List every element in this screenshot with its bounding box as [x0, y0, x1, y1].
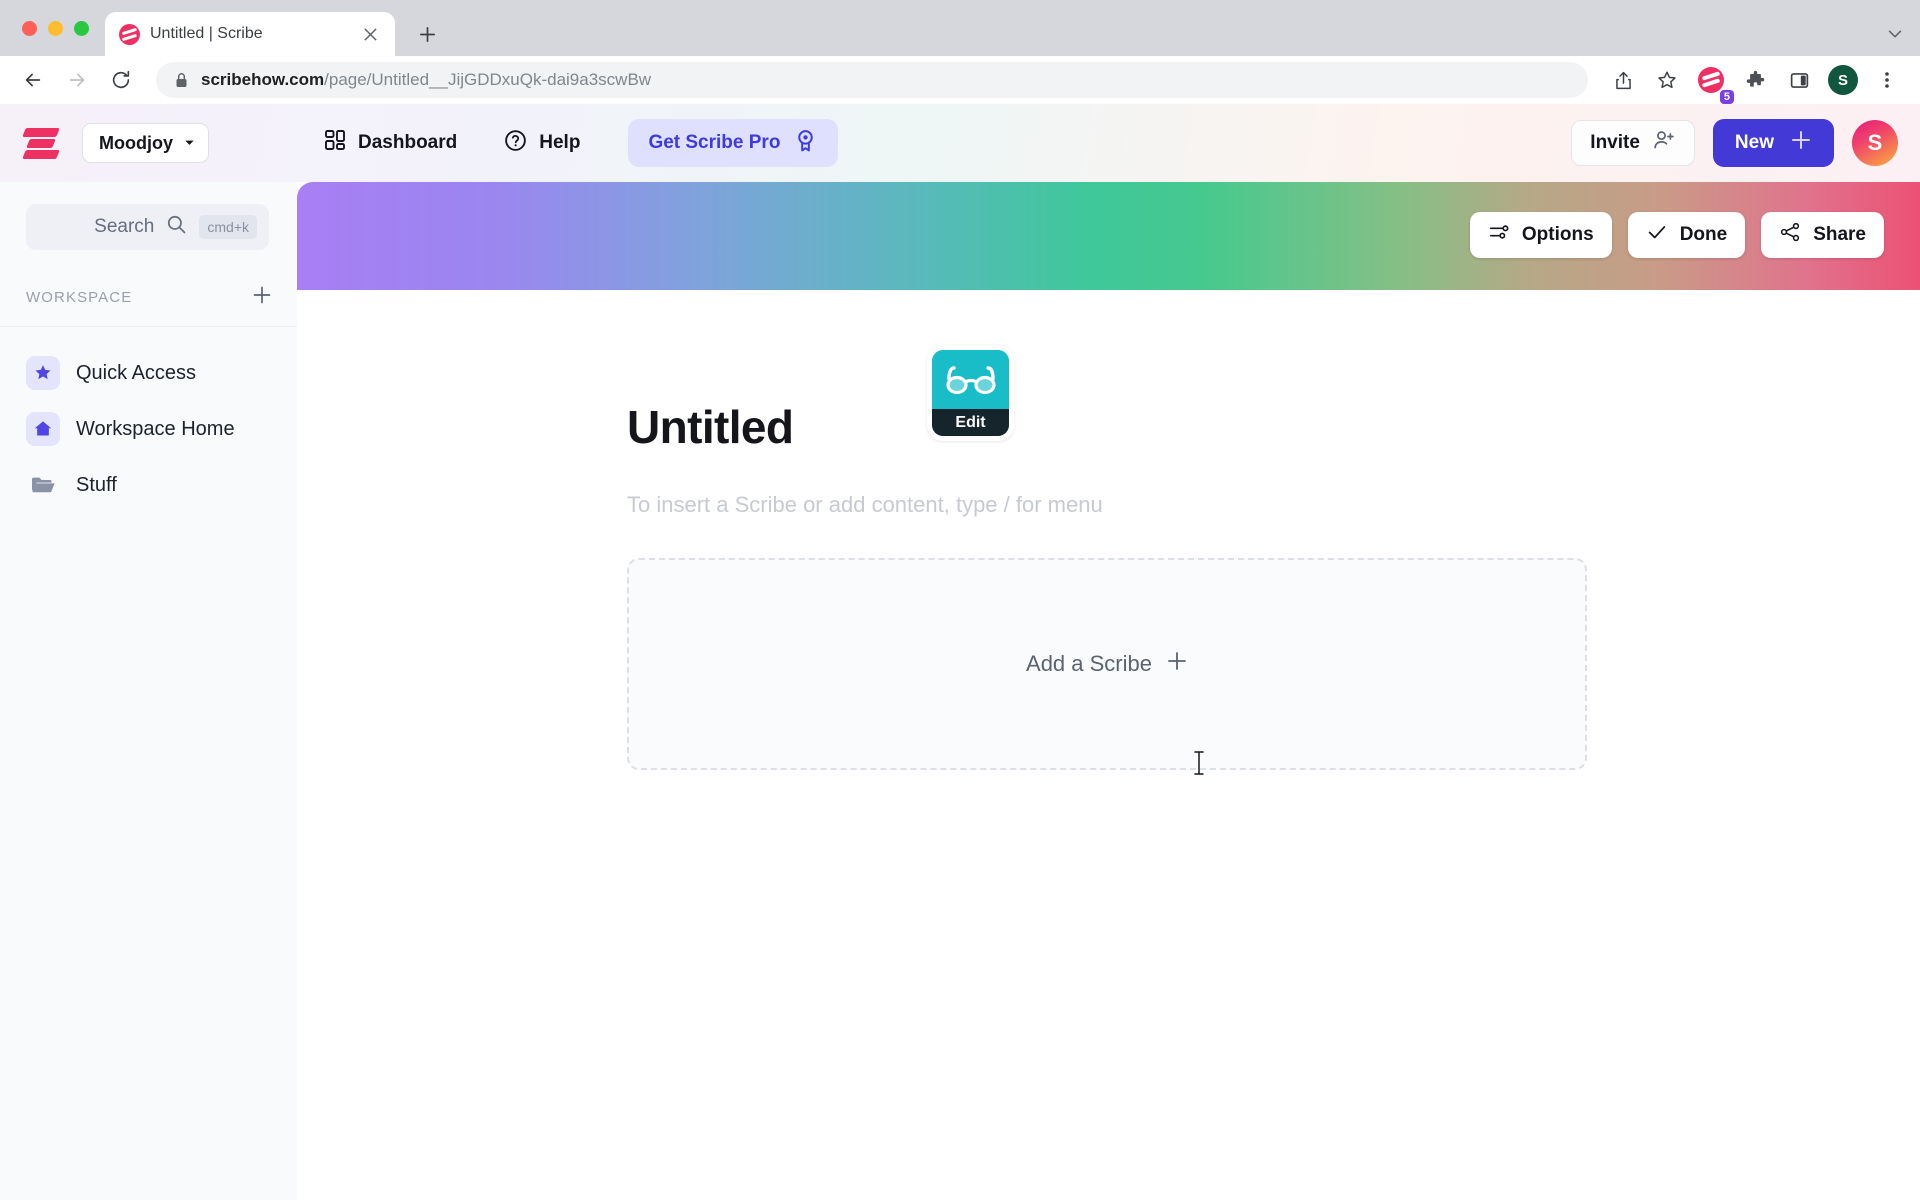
award-ribbon-icon [793, 128, 818, 159]
share-label: Share [1813, 224, 1866, 245]
page-cover-banner[interactable]: Options Done Share [297, 182, 1920, 290]
back-arrow-icon[interactable] [14, 61, 52, 99]
options-button[interactable]: Options [1469, 212, 1612, 258]
minimize-window-button[interactable] [48, 20, 63, 36]
chevron-down-icon[interactable] [1886, 25, 1904, 48]
new-label: New [1734, 132, 1774, 153]
extension-badge-count: 5 [1719, 89, 1734, 104]
search-input[interactable]: Search cmd+k [26, 204, 269, 250]
dashboard-grid-icon [323, 128, 347, 158]
workspace-name: Moodjoy [99, 132, 173, 153]
question-circle-icon [503, 128, 528, 159]
get-scribe-pro-label: Get Scribe Pro [648, 132, 781, 153]
user-avatar[interactable]: S [1852, 120, 1898, 166]
scribe-extension-button[interactable]: 5 [1692, 61, 1734, 104]
main-content: Options Done Share Edit Untitled To inse… [297, 182, 1920, 1200]
sidebar-item-quick-access[interactable]: Quick Access [0, 345, 297, 401]
share-button[interactable]: Share [1761, 212, 1884, 258]
add-scribe-dropzone[interactable]: Add a Scribe [627, 558, 1587, 770]
page-icon-edit-label[interactable]: Edit [932, 409, 1009, 436]
browser-tab[interactable]: Untitled | Scribe [105, 12, 395, 56]
forward-arrow-icon[interactable] [58, 61, 96, 99]
search-icon [166, 214, 187, 240]
nav-dashboard[interactable]: Dashboard [309, 120, 471, 166]
address-bar[interactable]: scribehow.com/page/Untitled__JijGDDxuQk-… [156, 62, 1588, 98]
check-icon [1646, 221, 1668, 249]
sidebar-item-label: Quick Access [76, 361, 197, 384]
url-path: /page/Untitled__JijGDDxuQk-dai9a3scwBw [324, 70, 652, 89]
close-window-button[interactable] [22, 20, 37, 36]
nav-help-label: Help [539, 132, 581, 153]
add-workspace-item-button[interactable] [251, 284, 273, 310]
search-shortcut-badge: cmd+k [199, 215, 257, 239]
star-icon[interactable] [1648, 61, 1686, 99]
add-scribe-label: Add a Scribe [1026, 651, 1152, 676]
window-controls[interactable] [14, 0, 105, 56]
browser-window: Untitled | Scribe scribehow.com/page/Unt… [0, 0, 1920, 1200]
new-tab-button[interactable] [405, 12, 449, 56]
done-button[interactable]: Done [1627, 212, 1746, 258]
maximize-window-button[interactable] [74, 20, 89, 36]
profile-initial: S [1828, 65, 1858, 95]
person-add-icon [1652, 128, 1676, 158]
chevron-down-icon [183, 133, 196, 154]
scribe-logo[interactable] [22, 126, 60, 160]
lock-icon [174, 72, 189, 88]
reload-icon[interactable] [102, 61, 140, 99]
new-button[interactable]: New [1712, 119, 1834, 167]
sidebar-item-label: Workspace Home [76, 417, 235, 440]
tab-strip: Untitled | Scribe [0, 0, 1920, 56]
nav-help[interactable]: Help [489, 120, 594, 166]
home-icon [26, 412, 60, 446]
page-icon-wrapper[interactable]: Edit [927, 345, 1014, 441]
sidebar-item-workspace-home[interactable]: Workspace Home [0, 401, 297, 457]
search-label: Search [94, 216, 155, 237]
invite-button[interactable]: Invite [1571, 120, 1695, 166]
options-label: Options [1521, 224, 1594, 245]
content-placeholder[interactable]: To insert a Scribe or add content, type … [627, 492, 1920, 518]
tab-title: Untitled | Scribe [150, 25, 263, 42]
glasses-icon [944, 364, 998, 403]
url-domain: scribehow.com [201, 70, 325, 89]
sliders-icon [1488, 221, 1510, 249]
app-header: Moodjoy Dashboard Help Get Scribe Pro In… [0, 104, 1920, 182]
scribe-app: Moodjoy Dashboard Help Get Scribe Pro In… [0, 104, 1920, 1200]
share-nodes-icon [1779, 221, 1801, 249]
document-area: Edit Untitled To insert a Scribe or add … [297, 345, 1920, 770]
user-avatar-initial: S [1867, 130, 1883, 155]
sidebar-list: Quick Access Workspace Home Stuff [0, 327, 297, 513]
url-text: scribehow.com/page/Untitled__JijGDDxuQk-… [201, 70, 651, 90]
done-label: Done [1679, 224, 1728, 245]
workspace-picker[interactable]: Moodjoy [82, 123, 209, 163]
plus-icon [1790, 129, 1812, 157]
extensions-puzzle-icon[interactable] [1736, 61, 1774, 99]
app-body: Search cmd+k WORKSPACE Quick Access Work… [0, 182, 1920, 1200]
side-panel-icon[interactable] [1780, 61, 1818, 99]
workspace-section-title: WORKSPACE [26, 288, 133, 306]
invite-label: Invite [1590, 132, 1640, 153]
browser-toolbar: scribehow.com/page/Untitled__JijGDDxuQk-… [0, 56, 1920, 104]
folder-icon [26, 468, 60, 502]
text-caret-icon [1192, 750, 1206, 781]
close-icon[interactable] [357, 21, 383, 47]
scribe-favicon [119, 23, 140, 45]
banner-actions: Options Done Share [1469, 212, 1884, 258]
three-dot-menu-icon[interactable] [1868, 61, 1906, 99]
plus-icon [1166, 650, 1188, 678]
header-nav: Dashboard Help Get Scribe Pro [309, 119, 839, 167]
scribe-extension-icon [1698, 67, 1724, 93]
share-icon[interactable] [1604, 61, 1642, 99]
nav-dashboard-label: Dashboard [358, 132, 458, 153]
get-scribe-pro-button[interactable]: Get Scribe Pro [628, 119, 839, 167]
sidebar-item-label: Stuff [76, 473, 117, 496]
page-title[interactable]: Untitled [627, 400, 1920, 454]
page-icon[interactable]: Edit [927, 345, 1014, 441]
star-icon [26, 356, 60, 390]
sidebar: Search cmd+k WORKSPACE Quick Access Work… [0, 182, 297, 1200]
browser-profile-avatar[interactable]: S [1824, 61, 1862, 99]
workspace-section-header: WORKSPACE [0, 250, 297, 327]
sidebar-item-stuff[interactable]: Stuff [0, 457, 297, 513]
